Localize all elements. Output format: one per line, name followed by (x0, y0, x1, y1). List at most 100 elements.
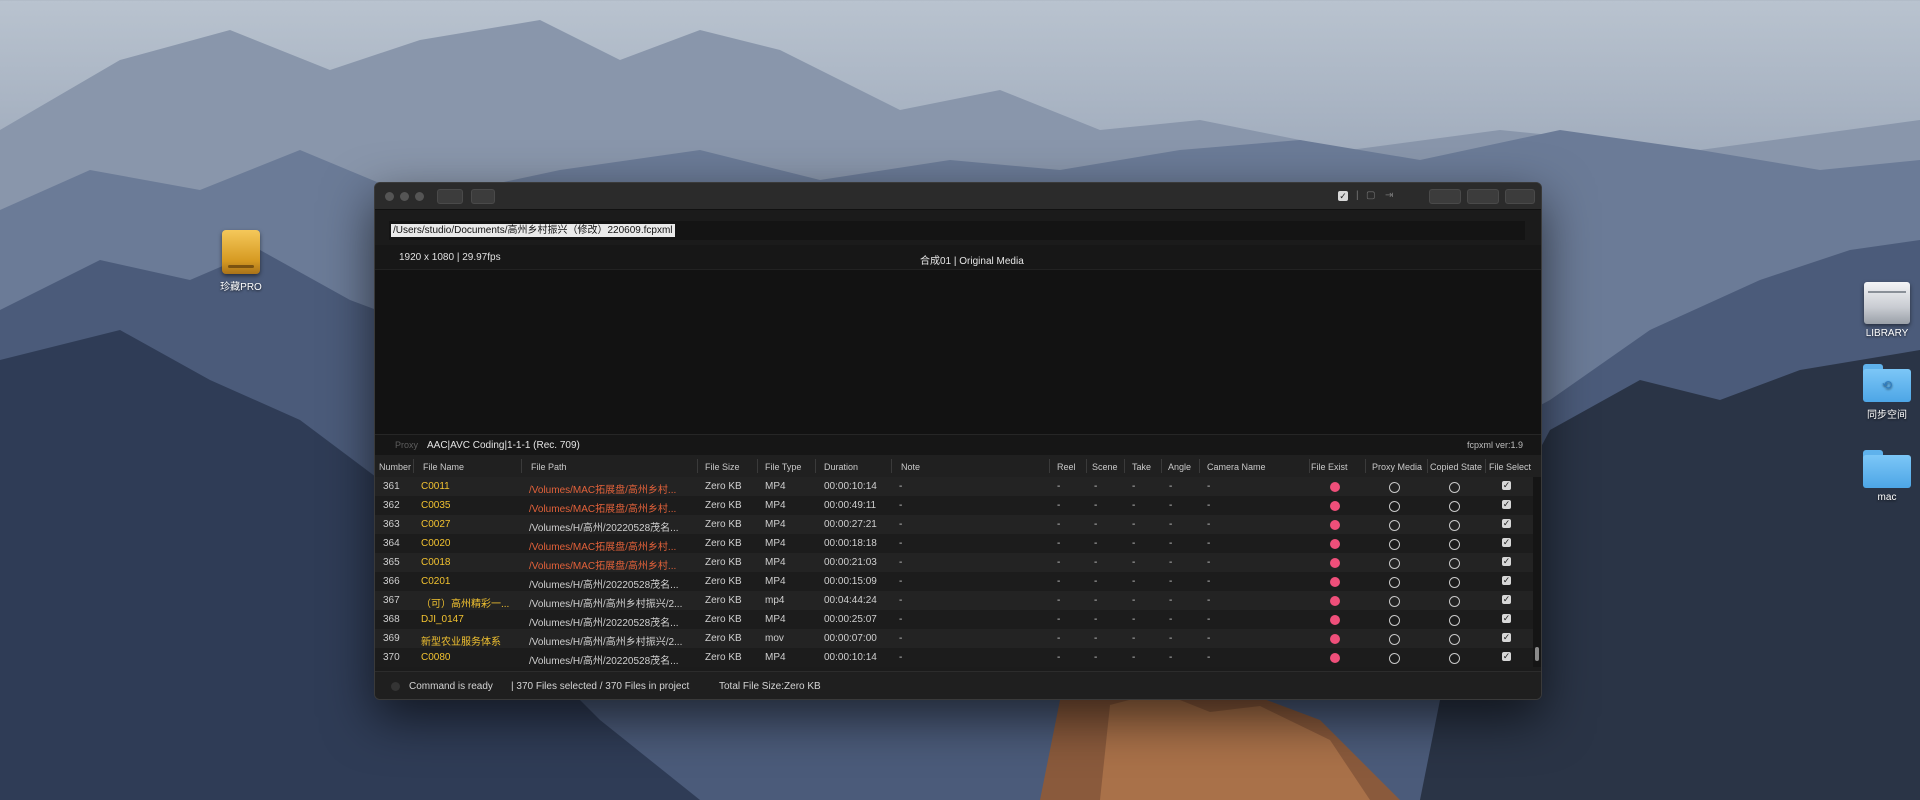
col-number[interactable]: Number (379, 462, 411, 472)
row-file-path: /Volumes/MAC拓展盘/高州乡村... (529, 485, 677, 496)
proxy-media-radio[interactable] (1389, 577, 1400, 588)
copied-state-radio[interactable] (1449, 520, 1460, 531)
minimize-window-button[interactable] (400, 192, 409, 201)
row-note: - (899, 595, 903, 606)
copied-state-radio[interactable] (1449, 482, 1460, 493)
proxy-media-radio[interactable] (1389, 539, 1400, 550)
row-file-name: C0035 (421, 500, 451, 511)
file-select-checkbox[interactable]: ✓ (1502, 481, 1511, 490)
proxy-media-radio[interactable] (1389, 482, 1400, 493)
copied-state-radio[interactable] (1449, 577, 1460, 588)
toolbar-button[interactable] (1505, 189, 1535, 204)
row-file-path: /Volumes/H/高州/高州乡村振兴/2... (529, 599, 683, 610)
proxy-media-radio[interactable] (1389, 615, 1400, 626)
file-select-checkbox[interactable]: ✓ (1502, 557, 1511, 566)
copied-state-radio[interactable] (1449, 539, 1460, 550)
col-file-path[interactable]: File Path (531, 462, 567, 472)
copied-state-radio[interactable] (1449, 634, 1460, 645)
col-file-name[interactable]: File Name (423, 462, 464, 472)
toolbar-button[interactable] (1467, 189, 1499, 204)
arrow-icon[interactable]: ⇥ (1385, 190, 1393, 201)
col-angle[interactable]: Angle (1168, 462, 1191, 472)
file-select-checkbox[interactable]: ✓ (1502, 614, 1511, 623)
file-select-checkbox[interactable]: ✓ (1502, 633, 1511, 642)
row-note: - (899, 614, 903, 625)
toolbar-button[interactable] (1429, 189, 1461, 204)
proxy-label[interactable]: Proxy (395, 440, 418, 450)
row-note: - (899, 519, 903, 530)
row-file-path: /Volumes/H/高州/20220528茂名... (529, 618, 679, 629)
file-select-checkbox[interactable]: ✓ (1502, 652, 1511, 661)
row-reel: - (1057, 633, 1061, 644)
col-take[interactable]: Take (1132, 462, 1151, 472)
col-file-size[interactable]: File Size (705, 462, 740, 472)
table-row[interactable]: 370 C0080 /Volumes/H/高州/20220528茂名... Ze… (375, 648, 1533, 667)
desktop-icon-sync-space[interactable]: ⟲ 同步空间 (1832, 364, 1920, 421)
file-exist-indicator (1330, 558, 1340, 568)
file-select-checkbox[interactable]: ✓ (1502, 595, 1511, 604)
table-row[interactable]: 365 C0018 /Volumes/MAC拓展盘/高州乡村... Zero K… (375, 553, 1533, 572)
row-scene: - (1094, 633, 1098, 644)
table-scrollbar[interactable] (1533, 477, 1541, 667)
row-duration: 00:00:07:00 (824, 633, 877, 644)
toolbar-button[interactable] (471, 189, 495, 204)
row-file-type: MP4 (765, 652, 786, 663)
zoom-window-button[interactable] (415, 192, 424, 201)
app-window: ✓ | ▢ ⇥ /Users/studio/Documents/高州乡村振兴（修… (374, 182, 1542, 700)
toolbar-button[interactable] (437, 189, 463, 204)
row-duration: 00:00:18:18 (824, 538, 877, 549)
desktop-icon-library[interactable]: LIBRARY (1832, 282, 1920, 339)
copied-state-radio[interactable] (1449, 558, 1460, 569)
table-row[interactable]: 369 新型农业服务体系 /Volumes/H/高州/高州乡村振兴/2... Z… (375, 629, 1533, 648)
file-select-checkbox[interactable]: ✓ (1502, 538, 1511, 547)
window-icon[interactable]: ▢ (1366, 190, 1375, 201)
file-path-field[interactable]: /Users/studio/Documents/高州乡村振兴（修改）220609… (389, 221, 1525, 240)
row-angle: - (1169, 652, 1173, 663)
table-row[interactable]: 368 DJI_0147 /Volumes/H/高州/20220528茂名...… (375, 610, 1533, 629)
table-row[interactable]: 361 C0011 /Volumes/MAC拓展盘/高州乡村... Zero K… (375, 477, 1533, 496)
table-row[interactable]: 364 C0020 /Volumes/MAC拓展盘/高州乡村... Zero K… (375, 534, 1533, 553)
proxy-media-radio[interactable] (1389, 520, 1400, 531)
file-exist-indicator (1330, 615, 1340, 625)
row-file-name: C0080 (421, 652, 451, 663)
copied-state-radio[interactable] (1449, 653, 1460, 664)
file-exist-indicator (1330, 482, 1340, 492)
close-window-button[interactable] (385, 192, 394, 201)
desktop-icon-treasure-pro[interactable]: 珍藏PRO (186, 230, 296, 293)
proxy-media-radio[interactable] (1389, 596, 1400, 607)
col-scene[interactable]: Scene (1092, 462, 1118, 472)
scrollbar-thumb[interactable] (1535, 647, 1539, 661)
row-scene: - (1094, 576, 1098, 587)
table-row[interactable]: 367 （可）高州精彩一... /Volumes/H/高州/高州乡村振兴/2..… (375, 591, 1533, 610)
copied-state-radio[interactable] (1449, 501, 1460, 512)
col-file-type[interactable]: File Type (765, 462, 801, 472)
codec-bar: Proxy AAC|AVC Coding|1-1-1 (Rec. 709) fc… (375, 434, 1541, 455)
copied-state-radio[interactable] (1449, 596, 1460, 607)
row-file-size: Zero KB (705, 614, 742, 625)
table-row[interactable]: 363 C0027 /Volumes/H/高州/20220528茂名... Ze… (375, 515, 1533, 534)
proxy-media-radio[interactable] (1389, 558, 1400, 569)
table-row[interactable]: 362 C0035 /Volumes/MAC拓展盘/高州乡村... Zero K… (375, 496, 1533, 515)
col-camera-name[interactable]: Camera Name (1207, 462, 1266, 472)
copied-state-radio[interactable] (1449, 615, 1460, 626)
proxy-media-radio[interactable] (1389, 653, 1400, 664)
toolbar-checkbox-icon[interactable]: ✓ (1338, 191, 1348, 201)
col-file-exist[interactable]: File Exist (1311, 462, 1348, 472)
file-select-checkbox[interactable]: ✓ (1502, 500, 1511, 509)
col-note[interactable]: Note (901, 462, 920, 472)
col-copied-state[interactable]: Copied State (1430, 462, 1482, 472)
table-row[interactable]: 366 C0201 /Volumes/H/高州/20220528茂名... Ze… (375, 572, 1533, 591)
col-reel[interactable]: Reel (1057, 462, 1076, 472)
proxy-media-radio[interactable] (1389, 501, 1400, 512)
col-file-select[interactable]: File Select (1489, 462, 1531, 472)
row-take: - (1132, 557, 1136, 568)
file-select-checkbox[interactable]: ✓ (1502, 576, 1511, 585)
file-select-checkbox[interactable]: ✓ (1502, 519, 1511, 528)
row-take: - (1132, 481, 1136, 492)
col-duration[interactable]: Duration (824, 462, 858, 472)
proxy-media-radio[interactable] (1389, 634, 1400, 645)
desktop-icon-mac[interactable]: mac (1832, 450, 1920, 503)
resolution-label: 1920 x 1080 | 29.97fps (399, 252, 501, 263)
table-header: Number File Name File Path File Size Fil… (375, 455, 1541, 478)
col-proxy-media[interactable]: Proxy Media (1372, 462, 1422, 472)
